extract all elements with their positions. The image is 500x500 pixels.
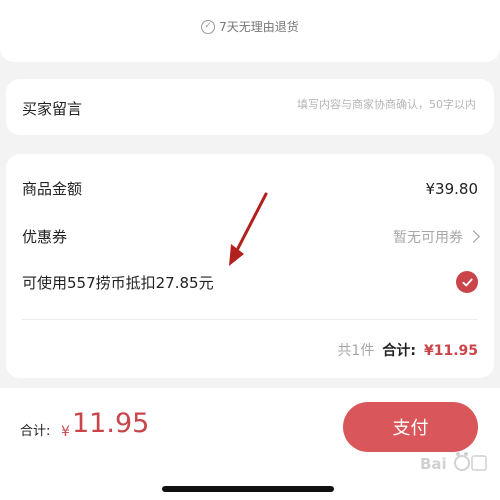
buyer-message-input[interactable] bbox=[234, 97, 478, 112]
checkout-bar: 合计: ¥ 11.95 支付 bbox=[0, 388, 500, 500]
home-indicator bbox=[162, 486, 334, 492]
price-card: 商品金额 ¥39.80 优惠券 暂无可用券 可使用557捞币抵扣27.85元 共… bbox=[6, 154, 494, 378]
check-icon bbox=[461, 278, 473, 286]
coupon-selector[interactable]: 暂无可用券 bbox=[393, 227, 480, 247]
coin-deduct-toggle[interactable] bbox=[456, 271, 478, 293]
goods-amount-label: 商品金额 bbox=[22, 180, 83, 198]
coin-deduct-row: 可使用557捞币抵扣27.85元 bbox=[22, 271, 478, 293]
check-circle-icon: ✓ bbox=[201, 19, 216, 34]
summary-amount: ¥11.95 bbox=[423, 343, 478, 359]
chevron-right-icon bbox=[467, 230, 480, 243]
return-policy-text: 7天无理由退货 bbox=[219, 20, 299, 34]
order-confirm-page: ✓ 7天无理由退货 买家留言 商品金额 ¥39.80 优惠券 暂无可用券 可使用… bbox=[0, 0, 500, 500]
coin-deduct-label: 可使用557捞币抵扣27.85元 bbox=[22, 273, 214, 292]
return-policy: ✓ 7天无理由退货 bbox=[0, 18, 500, 35]
total-currency: ¥ bbox=[61, 424, 70, 440]
coupon-label: 优惠券 bbox=[22, 228, 68, 246]
goods-amount-row: 商品金额 ¥39.80 bbox=[22, 178, 478, 199]
baidu-jingyan-watermark: Bai bbox=[420, 452, 487, 473]
coupon-value: 暂无可用券 bbox=[393, 229, 463, 246]
order-summary: 共1件 合计: ¥11.95 bbox=[337, 340, 478, 360]
divider bbox=[22, 319, 478, 320]
buyer-message-card: 买家留言 bbox=[6, 79, 494, 135]
summary-count: 共1件 bbox=[337, 343, 375, 359]
svg-text:Bai: Bai bbox=[420, 455, 447, 473]
return-policy-card: ✓ 7天无理由退货 bbox=[0, 0, 500, 62]
total-amount: 11.95 bbox=[72, 408, 150, 439]
buyer-message-label: 买家留言 bbox=[22, 100, 83, 118]
total-label: 合计: bbox=[20, 424, 51, 439]
coupon-row[interactable]: 优惠券 暂无可用券 bbox=[22, 226, 480, 247]
goods-amount-value: ¥39.80 bbox=[425, 179, 479, 198]
summary-label: 合计: bbox=[382, 343, 416, 359]
